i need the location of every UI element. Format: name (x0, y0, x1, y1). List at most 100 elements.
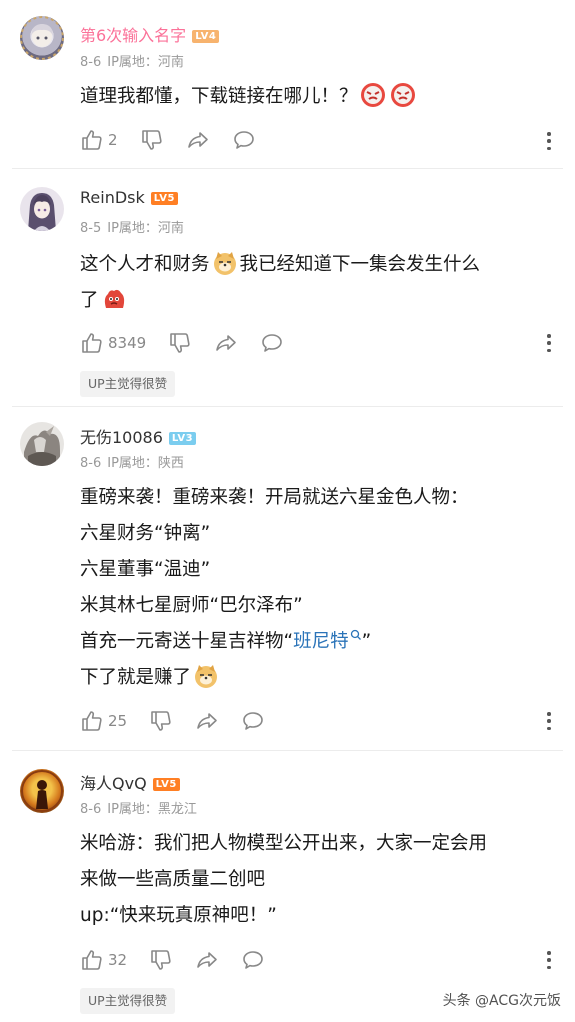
ip-location: IP属地：河南 (107, 55, 184, 70)
thumb-down-icon (141, 130, 162, 150)
divider (12, 750, 563, 751)
thumb-down-icon (151, 950, 171, 970)
share-icon (197, 952, 217, 968)
comment-text: 这个人才和财务 我已经知道下一集会发生什么 了 (80, 247, 555, 319)
ip-location: IP属地：黑龙江 (107, 802, 197, 817)
comment-text: 重磅来袭！重磅来袭！开局就送六星金色人物： 六星财务“钟离” 六星董事“温迪” … (80, 480, 555, 696)
share-button[interactable] (186, 128, 210, 152)
reply-button[interactable] (241, 709, 265, 733)
share-icon (216, 335, 236, 351)
comment-text: 道理我都懂，下载链接在哪儿！？ (80, 79, 555, 115)
comment-date: 8-6 (80, 456, 102, 471)
reply-button[interactable] (232, 128, 256, 152)
share-icon (187, 132, 208, 148)
thumb-up-icon (82, 711, 102, 731)
comment-line: 下了就是赚了 (80, 660, 555, 696)
like-button[interactable]: 2 (80, 128, 118, 152)
username-text: 海人QvQ (80, 774, 147, 793)
comment-line: 六星财务“钟离” (80, 523, 211, 544)
comment-text: 米哈游：我们把人物模型公开出来，大家一定会用 来做一些高质量二创吧 up:“快来… (80, 826, 555, 934)
red-blob-emoji (104, 289, 124, 308)
comment-line: 来做一些高质量二创吧 (80, 869, 266, 890)
watermark: 头条 @ACG次元饭 (442, 993, 561, 1009)
doge-emoji (213, 252, 236, 275)
thumb-up-icon (82, 130, 102, 150)
more-icon (547, 951, 551, 955)
comment-meta: 8-6 IP属地：陕西 (80, 452, 190, 471)
comment-line: 米其林七星厨师“巴尔泽布” (80, 595, 303, 616)
comment-actions: 25 (80, 706, 287, 736)
doge-emoji (195, 665, 218, 688)
level-badge: LV5 (150, 192, 178, 205)
dislike-button[interactable] (140, 128, 164, 152)
divider (12, 406, 563, 407)
more-icon (547, 712, 551, 716)
reply-button[interactable] (260, 331, 284, 355)
comment-line: up:“快来玩真原神吧！” (80, 905, 277, 926)
like-count: 32 (108, 951, 128, 969)
reply-button[interactable] (241, 948, 265, 972)
comment-date: 8-5 (80, 221, 102, 236)
share-button[interactable] (195, 709, 219, 733)
level-badge: LV3 (168, 432, 197, 445)
comment-date: 8-6 (80, 802, 102, 817)
dislike-button[interactable] (149, 709, 173, 733)
share-button[interactable] (214, 331, 238, 355)
reply-icon (243, 951, 263, 969)
avatar[interactable] (20, 769, 64, 813)
avatar[interactable] (20, 187, 64, 231)
ip-location: IP属地：陕西 (107, 456, 184, 471)
share-icon (197, 713, 217, 729)
angry-face-emoji (390, 83, 415, 107)
more-menu-button[interactable] (541, 709, 557, 733)
like-button[interactable]: 32 (80, 948, 127, 972)
divider (12, 168, 563, 169)
username[interactable]: 海人QvQ LV5 (80, 770, 180, 794)
reply-icon (243, 712, 263, 730)
like-count: 25 (108, 712, 128, 730)
comment-line: 首充一元寄送十星吉祥物“班尼特” (80, 629, 372, 652)
more-icon (547, 334, 551, 338)
more-menu-button[interactable] (541, 948, 557, 972)
username-text: 无伤10086 (80, 428, 163, 447)
avatar[interactable] (20, 422, 64, 466)
more-icon (547, 132, 551, 136)
search-link[interactable]: 班尼特 (293, 629, 362, 652)
comment-line: 道理我都懂，下载链接在哪儿！？ (80, 79, 555, 115)
like-button[interactable]: 25 (80, 709, 127, 733)
username-text: 第6次输入名字 (80, 26, 187, 45)
search-icon (350, 629, 361, 640)
comment-line: 六星董事“温迪” (80, 559, 211, 580)
reply-icon (262, 334, 282, 352)
comment-meta: 8-6 IP属地：黑龙江 (80, 798, 203, 817)
up-liked-badge: UP主觉得很赞 (80, 371, 176, 397)
dislike-button[interactable] (168, 331, 192, 355)
more-menu-button[interactable] (541, 129, 557, 153)
share-button[interactable] (195, 948, 219, 972)
thumb-down-icon (170, 333, 190, 353)
username[interactable]: 无伤10086 LV3 (80, 424, 197, 448)
username[interactable]: 第6次输入名字 LV4 (80, 22, 220, 46)
ip-location: IP属地：河南 (107, 221, 184, 236)
comment-line: 重磅来袭！重磅来袭！开局就送六星金色人物： (80, 487, 469, 508)
dislike-button[interactable] (149, 948, 173, 972)
comment-actions: 2 (80, 125, 278, 155)
username[interactable]: ReinDsk LV5 (80, 188, 178, 207)
thumb-up-icon (82, 333, 102, 353)
more-menu-button[interactable] (541, 331, 557, 355)
like-count: 2 (108, 131, 118, 149)
level-badge: LV4 (192, 30, 220, 43)
like-count: 8349 (108, 334, 147, 352)
comment-actions: 32 (80, 945, 287, 975)
username-text: ReinDsk (80, 188, 145, 207)
like-button[interactable]: 8349 (80, 331, 146, 355)
comment-actions: 8349 (80, 328, 306, 358)
avatar[interactable] (20, 16, 64, 60)
comment-meta: 8-6 IP属地：河南 (80, 51, 190, 70)
level-badge: LV5 (152, 778, 180, 791)
thumb-up-icon (82, 950, 102, 970)
comment-line: 了 (80, 283, 555, 319)
comment-date: 8-6 (80, 55, 102, 70)
angry-face-emoji (360, 83, 385, 107)
reply-icon (233, 131, 254, 149)
